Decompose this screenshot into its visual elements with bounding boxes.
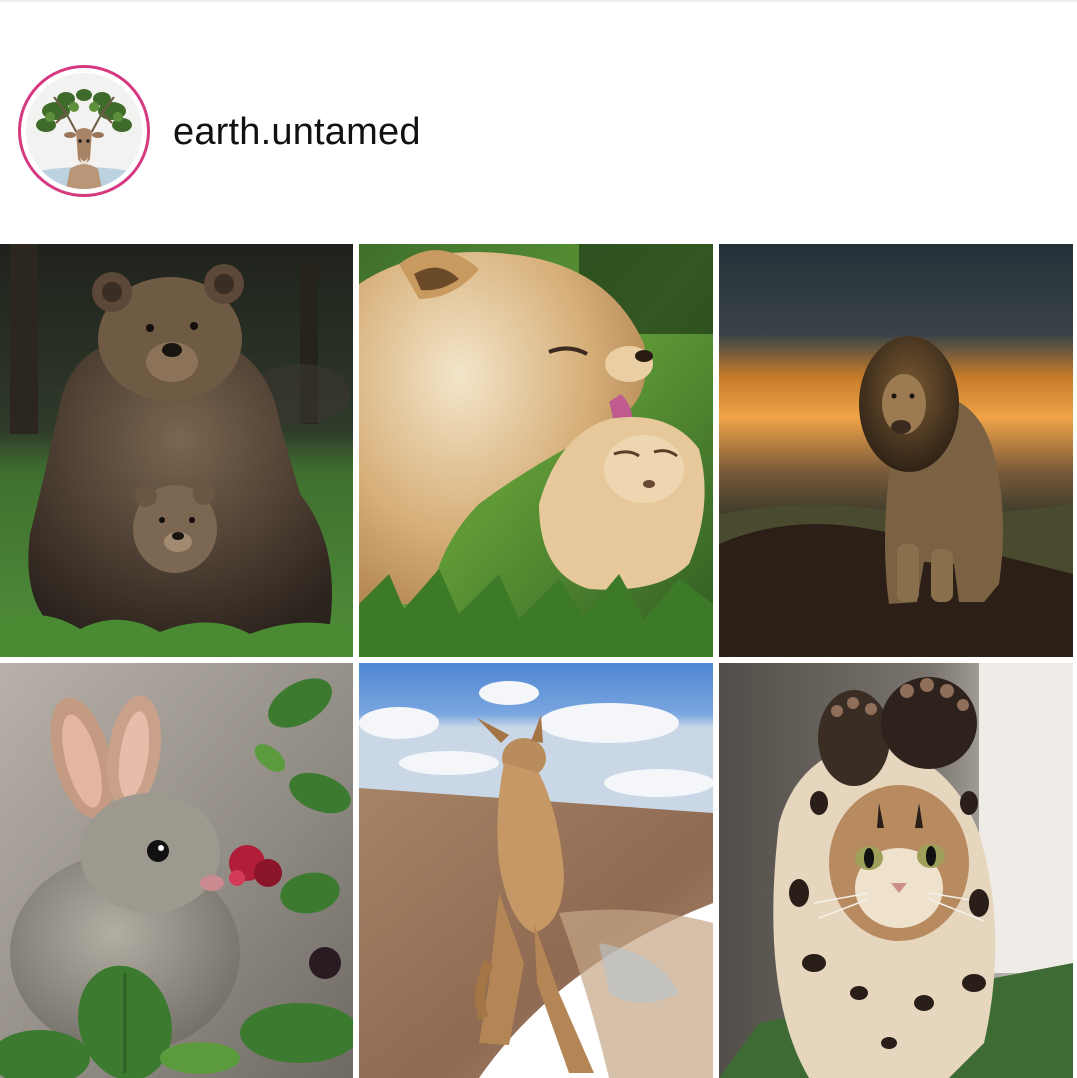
post-thumbnail[interactable] [359,663,713,1078]
post-thumbnail[interactable] [359,244,713,657]
profile-username[interactable]: earth.untamed [173,109,421,155]
post-thumbnail[interactable] [719,244,1073,657]
deer-avatar-icon [26,73,142,189]
post-thumbnail[interactable] [0,244,353,657]
post-thumbnail[interactable] [0,663,353,1078]
post-thumbnail[interactable] [719,663,1073,1078]
rabbit-eating-berry-image [0,663,353,1078]
avatar[interactable] [26,73,142,189]
bear-with-cub-image [0,244,353,657]
kangaroo-on-beach-image [359,663,713,1078]
profile-header: earth.untamed [0,0,1077,244]
lioness-licking-cub-image [359,244,713,657]
lion-at-sunset-image [719,244,1073,657]
bengal-kitten-image [719,663,1073,1078]
post-grid [0,244,1077,1078]
avatar-story-ring[interactable] [18,65,150,197]
